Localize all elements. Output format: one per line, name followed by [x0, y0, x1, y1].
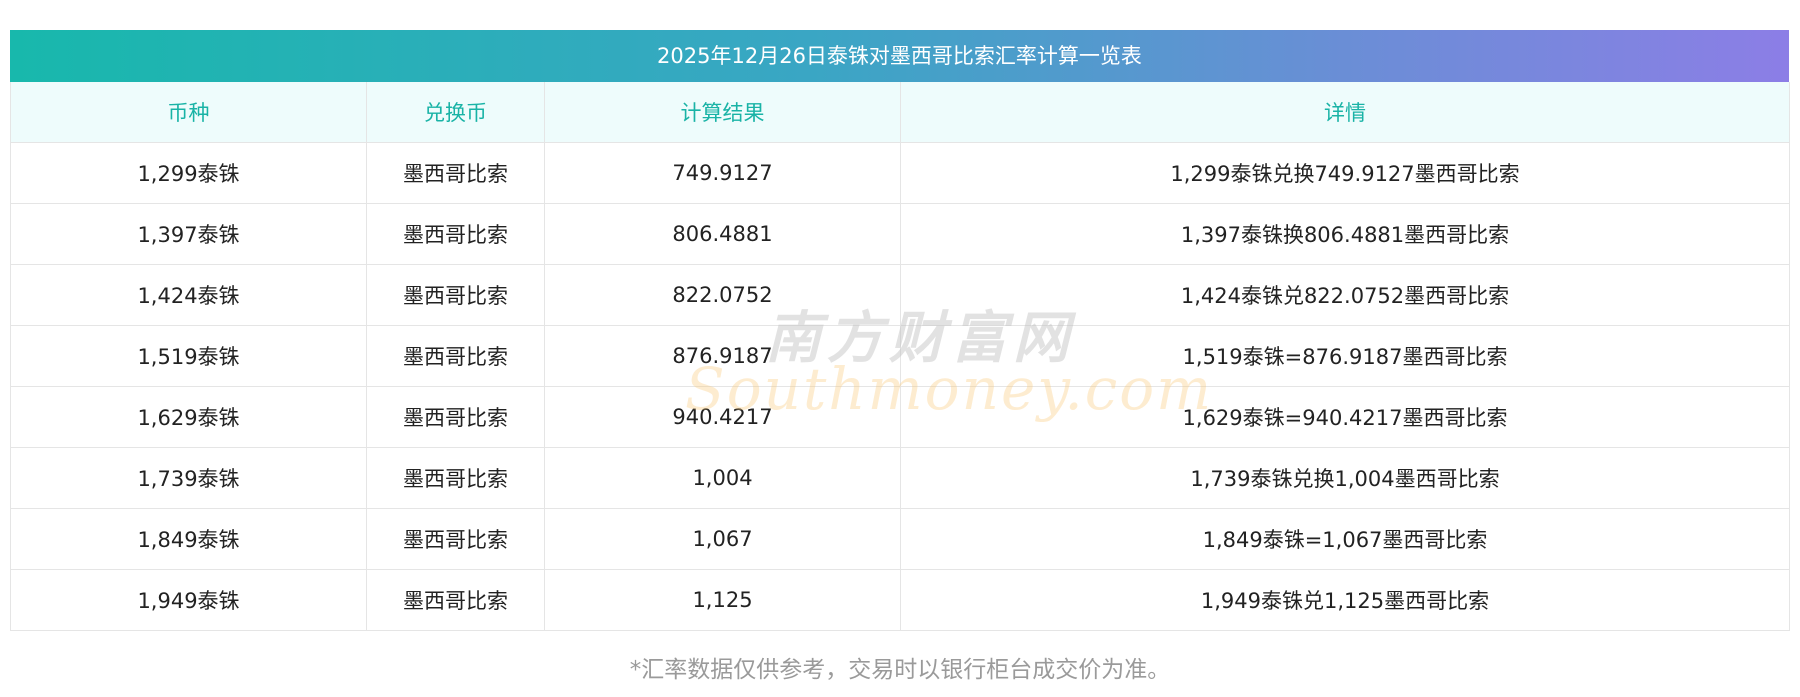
cell-result: 1,067	[544, 508, 901, 570]
cell-result: 822.0752	[544, 264, 901, 326]
cell-currency: 1,299泰铢	[10, 142, 367, 204]
table-row: 1,397泰铢 墨西哥比索 806.4881 1,397泰铢换806.4881墨…	[10, 203, 1790, 265]
header-row: 币种 兑换币 计算结果 详情	[10, 82, 1790, 143]
column-header-target-currency: 兑换币	[366, 82, 545, 143]
cell-details: 1,739泰铢兑换1,004墨西哥比索	[900, 447, 1790, 509]
cell-currency: 1,739泰铢	[10, 447, 367, 509]
cell-result: 1,125	[544, 569, 901, 631]
table-row: 1,424泰铢 墨西哥比索 822.0752 1,424泰铢兑822.0752墨…	[10, 264, 1790, 326]
cell-details: 1,629泰铢=940.4217墨西哥比索	[900, 386, 1790, 448]
column-header-details: 详情	[900, 82, 1790, 143]
cell-details: 1,397泰铢换806.4881墨西哥比索	[900, 203, 1790, 265]
table-row: 1,299泰铢 墨西哥比索 749.9127 1,299泰铢兑换749.9127…	[10, 142, 1790, 204]
cell-target-currency: 墨西哥比索	[366, 203, 545, 265]
cell-result: 876.9187	[544, 325, 901, 387]
column-header-result: 计算结果	[544, 82, 901, 143]
cell-result: 940.4217	[544, 386, 901, 448]
cell-details: 1,424泰铢兑822.0752墨西哥比索	[900, 264, 1790, 326]
cell-target-currency: 墨西哥比索	[366, 264, 545, 326]
cell-details: 1,949泰铢兑1,125墨西哥比索	[900, 569, 1790, 631]
cell-currency: 1,397泰铢	[10, 203, 367, 265]
table-row: 1,849泰铢 墨西哥比索 1,067 1,849泰铢=1,067墨西哥比索	[10, 508, 1790, 570]
table-row: 1,739泰铢 墨西哥比索 1,004 1,739泰铢兑换1,004墨西哥比索	[10, 447, 1790, 509]
cell-target-currency: 墨西哥比索	[366, 508, 545, 570]
cell-result: 1,004	[544, 447, 901, 509]
cell-target-currency: 墨西哥比索	[366, 447, 545, 509]
table-row: 1,949泰铢 墨西哥比索 1,125 1,949泰铢兑1,125墨西哥比索	[10, 569, 1790, 631]
rate-table: 币种 兑换币 计算结果 详情 1,299泰铢 墨西哥比索 749.9127 1,…	[10, 82, 1790, 631]
cell-result: 749.9127	[544, 142, 901, 204]
rate-table-container: 2025年12月26日泰铢对墨西哥比索汇率计算一览表 币种 兑换币 计算结果 详…	[10, 30, 1790, 631]
table-row: 1,629泰铢 墨西哥比索 940.4217 1,629泰铢=940.4217墨…	[10, 386, 1790, 448]
disclaimer-footnote: *汇率数据仅供参考，交易时以银行柜台成交价为准。	[629, 657, 1171, 683]
cell-target-currency: 墨西哥比索	[366, 142, 545, 204]
cell-target-currency: 墨西哥比索	[366, 325, 545, 387]
cell-currency: 1,519泰铢	[10, 325, 367, 387]
table-title: 2025年12月26日泰铢对墨西哥比索汇率计算一览表	[10, 30, 1789, 82]
cell-currency: 1,949泰铢	[10, 569, 367, 631]
cell-details: 1,299泰铢兑换749.9127墨西哥比索	[900, 142, 1790, 204]
cell-currency: 1,424泰铢	[10, 264, 367, 326]
cell-result: 806.4881	[544, 203, 901, 265]
cell-details: 1,519泰铢=876.9187墨西哥比索	[900, 325, 1790, 387]
cell-currency: 1,629泰铢	[10, 386, 367, 448]
cell-target-currency: 墨西哥比索	[366, 569, 545, 631]
table-row: 1,519泰铢 墨西哥比索 876.9187 1,519泰铢=876.9187墨…	[10, 325, 1790, 387]
cell-target-currency: 墨西哥比索	[366, 386, 545, 448]
cell-details: 1,849泰铢=1,067墨西哥比索	[900, 508, 1790, 570]
column-header-currency: 币种	[10, 82, 367, 143]
cell-currency: 1,849泰铢	[10, 508, 367, 570]
